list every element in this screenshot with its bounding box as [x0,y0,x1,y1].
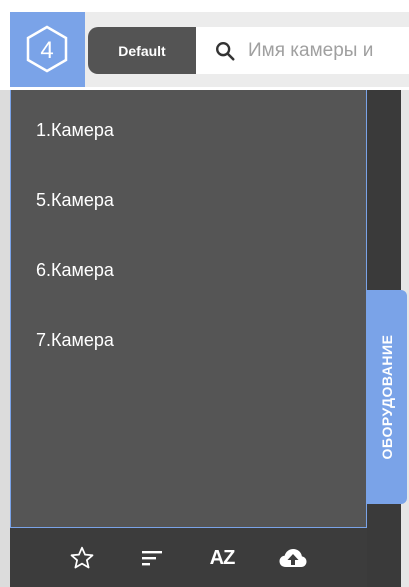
logo[interactable]: 4 [10,12,85,87]
layout-label: Default [118,42,166,59]
search-input[interactable] [248,39,409,62]
az-sort-label: AZ [209,546,236,569]
camera-search[interactable] [196,27,409,74]
star-icon [70,546,94,569]
sort-button[interactable] [135,542,169,574]
top-bar: 4 Default [0,0,409,90]
search-icon [216,41,235,61]
cloud-upload-icon [279,549,307,567]
camera-list-panel: 1.Камера 5.Камера 6.Камера 7.Камера [10,90,367,528]
sort-lines-icon [142,551,162,566]
bottom-toolbar: AZ [10,528,367,587]
camera-list: 1.Камера 5.Камера 6.Камера 7.Камера [11,90,366,370]
alphabetical-sort-button[interactable]: AZ [205,542,239,574]
left-frame [0,90,10,587]
favorites-button[interactable] [65,542,99,574]
hexagon-4-logo-icon: 4 [26,25,68,73]
equipment-tab-label: ОБОРУДОВАНИЕ [379,334,395,460]
equipment-tab[interactable]: ОБОРУДОВАНИЕ [367,290,407,504]
camera-list-item[interactable]: 7.Камера [11,300,366,370]
layout-selector-button[interactable]: Default [88,27,196,74]
svg-text:4: 4 [40,37,53,64]
upload-button[interactable] [276,542,310,574]
camera-list-item[interactable]: 5.Камера [11,160,366,230]
camera-list-item[interactable]: 1.Камера [11,90,366,160]
camera-list-item[interactable]: 6.Камера [11,230,366,300]
